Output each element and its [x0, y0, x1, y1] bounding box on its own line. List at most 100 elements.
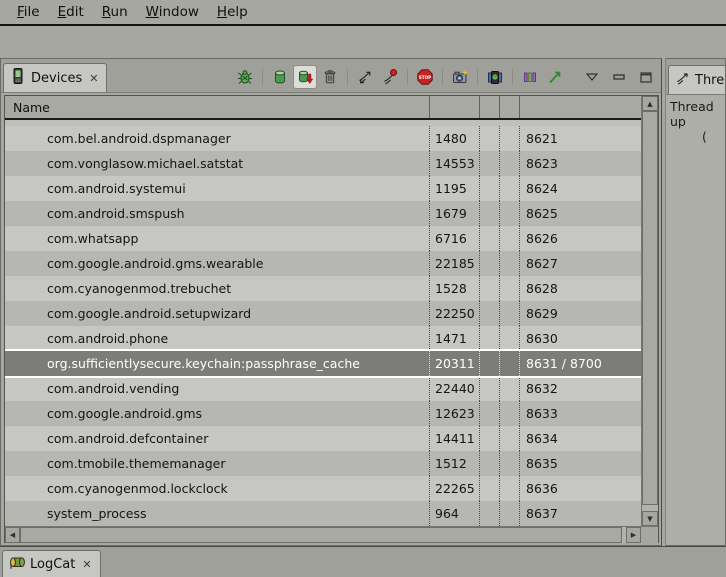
devices-tabbar: Devices ✕	[1, 59, 661, 93]
horizontal-scrollbar-thumb[interactable]	[20, 527, 622, 543]
systrace-icon[interactable]	[544, 66, 566, 88]
scroll-down-icon[interactable]: ▼	[642, 511, 658, 526]
table-row[interactable]: com.android.smspush16798625	[5, 201, 641, 226]
table-row[interactable]: com.android.systemui11958624	[5, 176, 641, 201]
process-port: 8628	[519, 276, 641, 301]
scroll-right-icon[interactable]: ▶	[626, 527, 641, 543]
screen-capture-icon[interactable]	[449, 66, 471, 88]
dump-hprof-icon[interactable]	[294, 66, 316, 88]
column-header-port[interactable]	[519, 96, 641, 118]
process-name: org.sufficientlysecure.keychain:passphra…	[5, 351, 429, 376]
table-row[interactable]: com.google.android.setupwizard222508629	[5, 301, 641, 326]
process-port: 8623	[519, 151, 641, 176]
process-pid: 20311	[429, 351, 479, 376]
process-pid: 6716	[429, 226, 479, 251]
process-pid: 22185	[429, 251, 479, 276]
process-col3	[479, 401, 499, 426]
table-row[interactable]: com.tmobile.thememanager15128635	[5, 451, 641, 476]
table-row[interactable]: com.cyanogenmod.lockclock222658636	[5, 476, 641, 501]
process-col4	[499, 301, 519, 326]
table-header: Name	[5, 96, 641, 120]
process-col3	[479, 476, 499, 501]
process-col3	[479, 301, 499, 326]
menu-window[interactable]: Window	[137, 1, 208, 23]
debug-process-icon[interactable]	[234, 66, 256, 88]
process-port: 8634	[519, 426, 641, 451]
device-rows: com.bel.android.dspmanager14808621com.vo…	[5, 120, 641, 526]
process-col4	[499, 126, 519, 151]
stop-process-icon[interactable]: STOP	[414, 66, 436, 88]
scroll-left-icon[interactable]: ◀	[5, 527, 20, 543]
process-pid: 1679	[429, 201, 479, 226]
table-row[interactable]: com.android.defcontainer144118634	[5, 426, 641, 451]
scrollbar-corner	[641, 526, 658, 543]
threads-tabbar: Threa	[666, 59, 725, 95]
process-col4	[499, 176, 519, 201]
maximize-icon[interactable]	[637, 68, 655, 86]
table-row[interactable]: com.whatsapp67168626	[5, 226, 641, 251]
start-method-profiling-icon[interactable]	[379, 66, 401, 88]
column-header-col3[interactable]	[479, 96, 499, 118]
threads-message-line1: Thread up	[666, 99, 725, 129]
tab-logcat-close-icon[interactable]: ✕	[80, 558, 91, 571]
process-pid: 22265	[429, 476, 479, 501]
view-menu-icon[interactable]	[583, 68, 601, 86]
table-row[interactable]: com.android.phone14718630	[5, 326, 641, 351]
column-header-name[interactable]: Name	[5, 96, 429, 118]
menu-run[interactable]: Run	[93, 1, 137, 23]
table-row[interactable]: com.cyanogenmod.trebuchet15288628	[5, 276, 641, 301]
process-name: com.bel.android.dspmanager	[5, 126, 429, 151]
table-row[interactable]: org.sufficientlysecure.keychain:passphra…	[5, 351, 641, 376]
stop-label: STOP	[419, 75, 432, 80]
process-port: 8630	[519, 326, 641, 351]
opengl-trace-icon[interactable]	[519, 66, 541, 88]
table-row[interactable]: com.android.vending224408632	[5, 376, 641, 401]
process-port: 8625	[519, 201, 641, 226]
process-name: com.google.android.gms.wearable	[5, 251, 429, 276]
process-port: 8635	[519, 451, 641, 476]
process-pid: 1480	[429, 126, 479, 151]
tab-devices-close-icon[interactable]: ✕	[87, 72, 98, 85]
tab-devices[interactable]: Devices ✕	[3, 63, 107, 92]
vertical-scrollbar[interactable]: ▲ ▼	[641, 96, 658, 526]
scroll-up-icon[interactable]: ▲	[642, 96, 658, 111]
threads-message: Thread up (	[666, 95, 725, 545]
column-header-col4[interactable]	[499, 96, 519, 118]
capture-screens-icon[interactable]	[484, 66, 506, 88]
process-col4	[499, 376, 519, 401]
process-pid: 22440	[429, 376, 479, 401]
table-row[interactable]: com.google.android.gms126238633	[5, 401, 641, 426]
update-heap-icon[interactable]	[269, 66, 291, 88]
update-threads-icon[interactable]	[354, 66, 376, 88]
table-row[interactable]: system_process9648637	[5, 501, 641, 526]
minimize-icon[interactable]	[610, 68, 628, 86]
menu-edit[interactable]: Edit	[49, 1, 93, 23]
menu-file[interactable]: File	[8, 1, 49, 23]
process-port: 8627	[519, 251, 641, 276]
menu-bar: File Edit Run Window Help	[0, 0, 726, 26]
table-row[interactable]: com.google.android.gms.wearable22185 8627	[5, 251, 641, 276]
table-row[interactable]: com.bel.android.dspmanager14808621	[5, 126, 641, 151]
process-name: com.tmobile.thememanager	[5, 451, 429, 476]
process-col3	[479, 201, 499, 226]
toolbar-separator	[442, 69, 443, 85]
tab-threads[interactable]: Threa	[668, 65, 726, 94]
horizontal-scrollbar[interactable]: ◀ ▶	[5, 526, 641, 543]
process-col3	[479, 451, 499, 476]
process-pid: 14411	[429, 426, 479, 451]
vertical-scrollbar-thumb[interactable]	[642, 111, 658, 505]
table-row[interactable]: com.vonglasow.michael.satstat145538623	[5, 151, 641, 176]
devices-toolbar: STOP	[234, 59, 655, 95]
cause-gc-icon[interactable]	[319, 66, 341, 88]
menu-help[interactable]: Help	[208, 1, 257, 23]
column-header-pid[interactable]	[429, 96, 479, 118]
process-pid: 1471	[429, 326, 479, 351]
process-col4	[499, 351, 519, 376]
process-name: com.vonglasow.michael.satstat	[5, 151, 429, 176]
process-name: com.whatsapp	[5, 226, 429, 251]
process-col3	[479, 151, 499, 176]
devices-panel: Devices ✕	[0, 58, 662, 546]
process-pid: 964	[429, 501, 479, 526]
tab-logcat[interactable]: LogCat ✕	[2, 550, 101, 577]
process-name: system_process	[5, 501, 429, 526]
